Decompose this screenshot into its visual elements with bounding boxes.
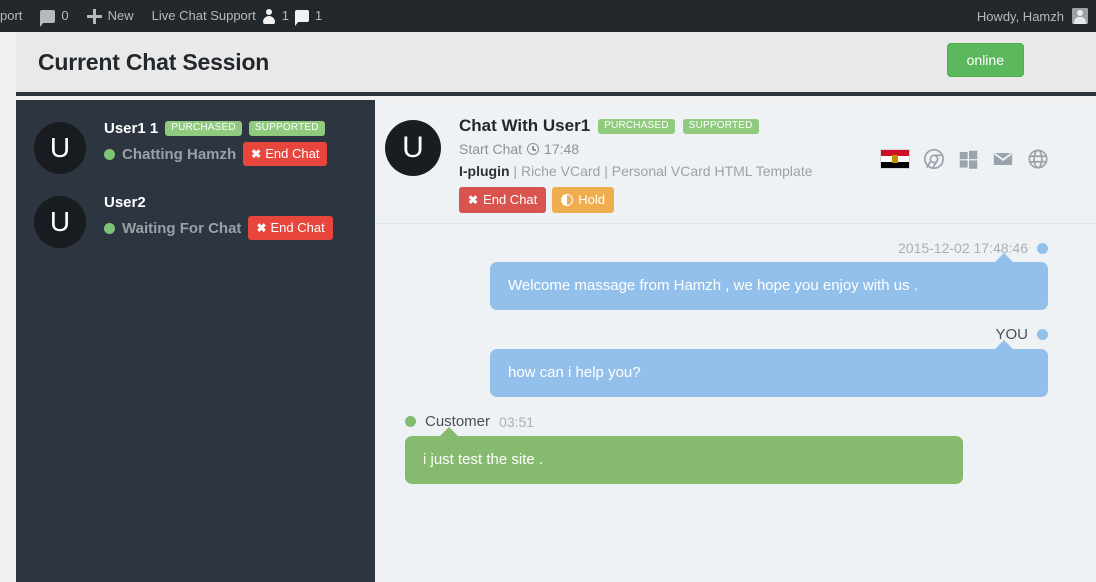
- plugin-name: I-plugin: [459, 163, 510, 179]
- online-users-count: 1: [281, 8, 289, 23]
- adminbar-site-name[interactable]: port: [0, 0, 31, 32]
- live-chat-support-label: Live Chat Support: [151, 8, 256, 23]
- list-item[interactable]: U User2 Waiting For Chat ✖ End Chat: [16, 174, 375, 248]
- chat-title-row: Chat With User1 PURCHASED SUPPORTED: [459, 116, 813, 136]
- howdy-label: Howdy, Hamzh: [976, 8, 1064, 24]
- active-chats-count: 1: [314, 8, 323, 23]
- avatar: U: [385, 120, 441, 176]
- close-icon: ✖: [256, 220, 267, 235]
- envelope-icon: [992, 148, 1014, 170]
- chat-header-meta: Chat With User1 PURCHASED SUPPORTED Star…: [459, 116, 813, 223]
- user-meta: User1 1 PURCHASED SUPPORTED Chatting Ham…: [104, 118, 328, 166]
- chrome-icon: [923, 148, 945, 170]
- visitor-info-icons: [880, 148, 1049, 170]
- avatar: U: [34, 122, 86, 174]
- hold-label: Hold: [578, 192, 606, 207]
- message-meta: YOU: [490, 310, 1048, 349]
- comment-icon: [40, 9, 56, 27]
- end-chat-button[interactable]: ✖ End Chat: [459, 187, 547, 213]
- avatar: U: [34, 196, 86, 248]
- adminbar-new-content[interactable]: New: [78, 0, 143, 32]
- close-icon: ✖: [251, 146, 262, 161]
- plugin-info: I-plugin | Riche VCard | Personal VCard …: [459, 163, 813, 179]
- end-chat-button[interactable]: ✖ End Chat: [248, 216, 333, 240]
- status-dot-icon: [104, 222, 115, 234]
- chat-message: YOU how can i help you?: [490, 310, 1048, 397]
- adminbar-my-account[interactable]: Howdy, Hamzh: [977, 8, 1096, 24]
- end-chat-label: End Chat: [265, 146, 320, 161]
- message-bubble: Welcome massage from Hamzh , we hope you…: [490, 253, 1048, 310]
- wp-admin-bar: port 0 New Live Chat Support 1 1 Howdy, …: [0, 0, 1096, 32]
- chat-header: U Chat With User1 PURCHASED SUPPORTED St…: [375, 100, 1096, 224]
- new-label: New: [107, 8, 134, 23]
- start-chat-time: 17:48: [544, 141, 580, 157]
- hold-button[interactable]: Hold: [552, 187, 615, 213]
- status-dot-icon: [104, 148, 115, 160]
- user-status-row: Waiting For Chat ✖ End Chat: [104, 216, 333, 240]
- list-item[interactable]: U User1 1 PURCHASED SUPPORTED Chatting H…: [16, 100, 375, 174]
- comment-icon: [294, 10, 309, 26]
- end-chat-button[interactable]: ✖ End Chat: [243, 142, 328, 166]
- close-icon: ✖: [468, 192, 479, 207]
- user-icon: [262, 9, 276, 24]
- status-dot-icon: [405, 416, 416, 427]
- message-meta: Customer 03:51: [405, 397, 963, 436]
- status-dot-icon: [1037, 242, 1048, 254]
- chat-messages: 2015-12-02 17:48:46 Welcome massage from…: [375, 224, 1096, 581]
- chat-panel: U Chat With User1 PURCHASED SUPPORTED St…: [375, 100, 1096, 582]
- clock-icon: [527, 143, 540, 155]
- chat-user-list: U User1 1 PURCHASED SUPPORTED Chatting H…: [16, 100, 375, 582]
- flag-egypt-icon: [880, 149, 910, 169]
- page-title: Current Chat Session: [38, 48, 270, 75]
- avatar-icon: [1072, 8, 1088, 24]
- user-name-row: User2: [104, 194, 333, 211]
- message-bubble: how can i help you?: [490, 340, 1048, 397]
- status-badge-online[interactable]: online: [946, 43, 1024, 77]
- message-meta: 2015-12-02 17:48:46: [490, 224, 1048, 262]
- plus-icon: [86, 8, 102, 24]
- user-status-row: Chatting Hamzh ✖ End Chat: [104, 142, 328, 166]
- windows-icon: [958, 149, 979, 170]
- user-status: Chatting Hamzh: [122, 145, 237, 163]
- user-name-row: User1 1 PURCHASED SUPPORTED: [104, 120, 327, 137]
- message-timestamp: 03:51: [499, 413, 535, 430]
- adminbar-comments[interactable]: 0: [31, 0, 77, 32]
- end-chat-label: End Chat: [270, 220, 325, 235]
- comments-count: 0: [61, 8, 69, 23]
- tag-purchased: PURCHASED: [165, 121, 242, 136]
- start-chat-row: Start Chat 17:48: [459, 141, 813, 157]
- chat-message: 2015-12-02 17:48:46 Welcome massage from…: [490, 224, 1048, 310]
- user-meta: User2 Waiting For Chat ✖ End Chat: [104, 192, 333, 240]
- tag-purchased: PURCHASED: [598, 118, 675, 134]
- plugin-detail: | Riche VCard | Personal VCard HTML Temp…: [509, 163, 813, 179]
- adminbar-live-chat-support[interactable]: Live Chat Support 1 1: [143, 0, 332, 32]
- user-name: User2: [104, 194, 146, 211]
- user-name: User1 1: [104, 120, 159, 137]
- page-header: Current Chat Session online: [16, 32, 1096, 96]
- chat-title: Chat With User1: [459, 116, 591, 135]
- status-dot-icon: [1037, 329, 1048, 340]
- message-bubble: i just test the site .: [405, 427, 963, 484]
- start-chat-label: Start Chat: [459, 141, 523, 157]
- site-name-label: port: [0, 8, 23, 23]
- user-status: Waiting For Chat: [122, 219, 242, 237]
- end-chat-label: End Chat: [483, 192, 538, 207]
- half-circle-icon: [561, 193, 574, 206]
- chat-action-buttons: ✖ End Chat Hold: [459, 187, 813, 213]
- globe-icon: [1027, 148, 1049, 170]
- tag-supported: SUPPORTED: [682, 118, 759, 134]
- tag-supported: SUPPORTED: [248, 121, 325, 136]
- chat-message: Customer 03:51 i just test the site .: [405, 397, 963, 484]
